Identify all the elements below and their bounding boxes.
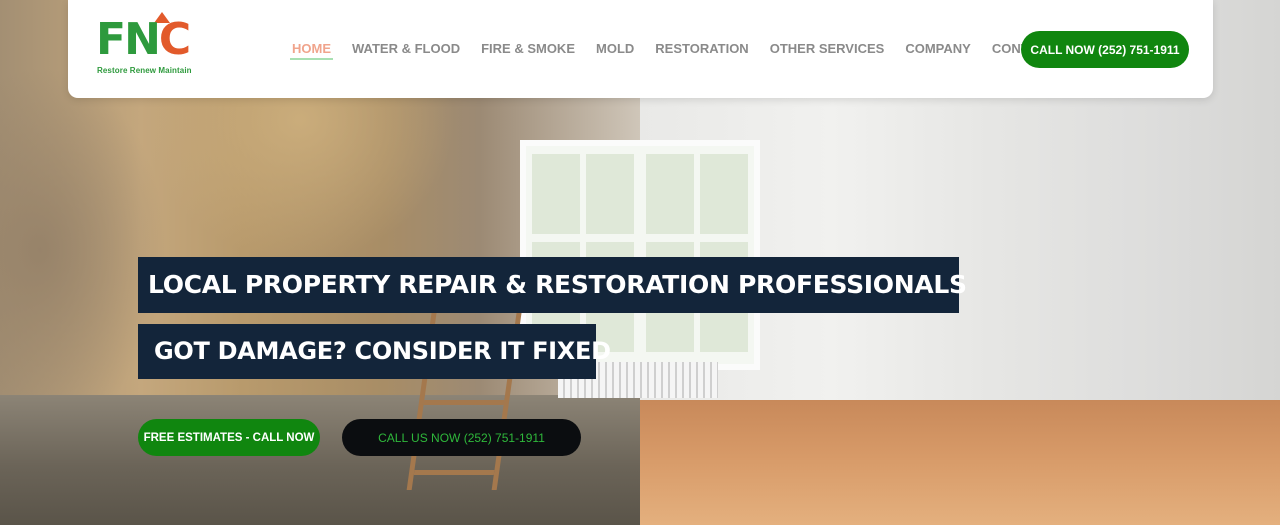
call-now-button[interactable]: CALL NOW (252) 751-1911 <box>1021 31 1189 68</box>
nav-item-water-flood[interactable]: WATER & FLOOD <box>350 38 462 60</box>
nav-item-restoration[interactable]: RESTORATION <box>653 38 750 60</box>
nav-item-fire-smoke[interactable]: FIRE & SMOKE <box>479 38 577 60</box>
nav-item-other-services[interactable]: OTHER SERVICES <box>768 38 887 60</box>
logo-tagline: Restore Renew Maintain <box>97 66 192 75</box>
nav-item-home[interactable]: HOME <box>290 38 333 60</box>
logo-wordmark: FNC <box>96 14 191 65</box>
hero-headline: LOCAL PROPERTY REPAIR & RESTORATION PROF… <box>138 256 967 313</box>
nav-item-company[interactable]: COMPANY <box>903 38 972 60</box>
call-us-now-button[interactable]: CALL US NOW (252) 751-1911 <box>342 419 581 456</box>
fnc-logo[interactable]: FNC Restore Renew Maintain <box>96 12 216 76</box>
nav-item-mold[interactable]: MOLD <box>594 38 636 60</box>
site-header: FNC Restore Renew Maintain HOME WATER & … <box>68 0 1213 98</box>
free-estimates-button[interactable]: FREE ESTIMATES - CALL NOW <box>138 419 320 456</box>
window <box>640 140 760 370</box>
hero-subheadline: GOT DAMAGE? CONSIDER IT FIXED <box>138 323 611 379</box>
main-nav: HOME WATER & FLOOD FIRE & SMOKE MOLD RES… <box>290 38 1056 60</box>
